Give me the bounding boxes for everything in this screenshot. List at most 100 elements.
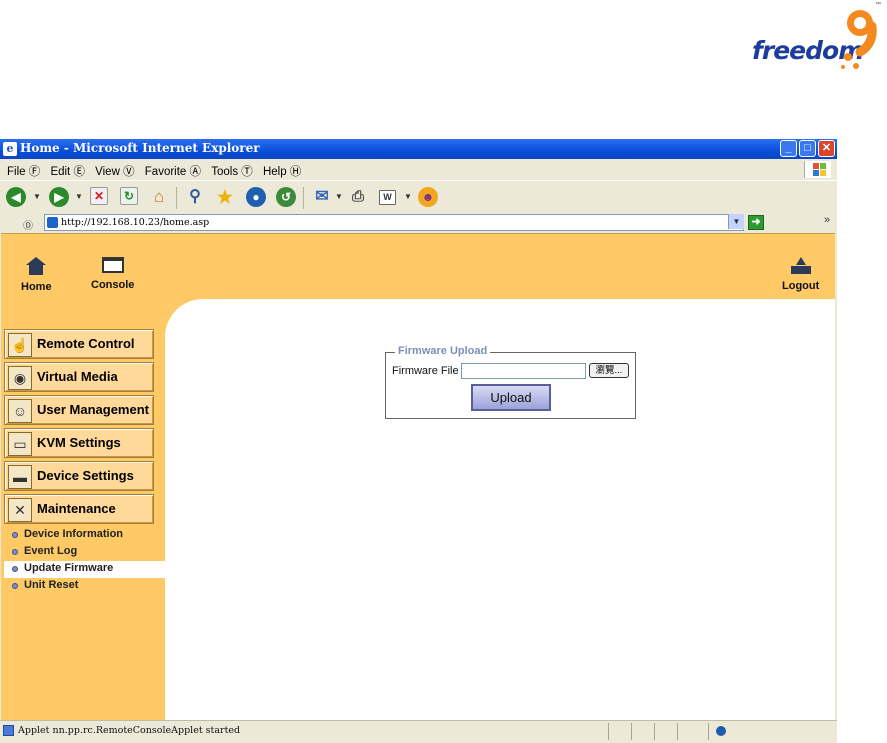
back-dropdown-icon[interactable]: ▼	[33, 192, 41, 201]
firmware-file-input[interactable]	[461, 363, 586, 379]
submenu-label: Update Firmware	[24, 562, 114, 574]
upload-button[interactable]: Upload	[471, 384, 551, 411]
address-input[interactable]: http://192.168.10.23/home.asp	[44, 214, 744, 231]
bullet-icon	[12, 583, 18, 589]
sidebar-item-label: Virtual Media	[37, 369, 118, 384]
favorites-icon[interactable]: ★	[215, 187, 235, 207]
firmware-upload-panel: Firmware Upload Firmware File 瀏覽... Uplo…	[385, 345, 636, 419]
browse-button[interactable]: 瀏覽...	[589, 363, 629, 378]
sidebar-item-user-management[interactable]: ☺ User Management	[4, 395, 154, 425]
title-bar: e Home - Microsoft Internet Explorer _ □…	[0, 139, 837, 159]
disc-icon: ◉	[8, 366, 32, 390]
mail-icon[interactable]: ✉	[312, 187, 332, 207]
refresh-icon[interactable]: ↻	[120, 187, 138, 205]
freedom9-logo: freedom ™	[752, 2, 882, 74]
menu-tools[interactable]: Tools Ⓣ	[211, 163, 253, 179]
messenger-icon[interactable]: ☻	[418, 187, 438, 207]
sidebar-item-remote-control[interactable]: ☝ Remote Control	[4, 329, 154, 359]
nav-console[interactable]: Console	[91, 257, 134, 291]
sidebar-item-virtual-media[interactable]: ◉ Virtual Media	[4, 362, 154, 392]
menu-file[interactable]: File Ⓕ	[7, 163, 40, 179]
submenu-device-information[interactable]: Device Information	[4, 527, 156, 544]
search-icon[interactable]: ⚲	[185, 187, 205, 207]
sidebar-item-device-settings[interactable]: ▬ Device Settings	[4, 461, 154, 491]
window-title: Home - Microsoft Internet Explorer	[20, 141, 260, 155]
nav-home-label: Home	[21, 281, 52, 293]
maintenance-submenu: Device Information Event Log Update Firm…	[4, 527, 165, 595]
sidebar: ☝ Remote Control ◉ Virtual Media ☺ User …	[4, 329, 165, 595]
status-separator	[654, 723, 655, 740]
forward-dropdown-icon[interactable]: ▼	[75, 192, 83, 201]
logo-nine-mark	[841, 10, 877, 69]
sidebar-item-label: Remote Control	[37, 336, 135, 351]
menu-help[interactable]: Help Ⓗ	[263, 163, 301, 179]
status-text: Applet nn.pp.rc.RemoteConsoleApplet star…	[18, 725, 241, 736]
tools-icon: ✕	[8, 498, 32, 522]
minimize-button[interactable]: _	[780, 140, 797, 157]
nav-home[interactable]: Home	[21, 257, 52, 293]
applet-status-icon	[3, 725, 14, 736]
top-navigation: Home Console Logout	[1, 234, 835, 304]
maximize-button[interactable]: □	[799, 140, 816, 157]
back-icon[interactable]: ◀	[6, 187, 26, 207]
sidebar-item-label: KVM Settings	[37, 435, 121, 450]
submenu-unit-reset[interactable]: Unit Reset	[4, 578, 156, 595]
firmware-file-label: Firmware File	[392, 365, 459, 377]
address-url: http://192.168.10.23/home.asp	[61, 217, 210, 228]
sidebar-item-label: User Management	[37, 402, 149, 417]
address-label: Ⓓ	[23, 221, 33, 232]
submenu-label: Unit Reset	[24, 579, 79, 591]
edit-dropdown-icon[interactable]: ▼	[404, 192, 412, 201]
mail-dropdown-icon[interactable]: ▼	[335, 192, 343, 201]
ie-icon: e	[3, 142, 17, 156]
status-separator	[677, 723, 678, 740]
go-button[interactable]: ➜	[748, 215, 764, 230]
sidebar-item-label: Maintenance	[37, 501, 116, 516]
media-icon[interactable]: ●	[246, 187, 266, 207]
console-icon	[101, 257, 124, 273]
bullet-icon	[12, 566, 18, 572]
page-icon	[47, 217, 58, 228]
toolbar: ◀ ▼ ▶ ▼ ✕ ↻ ⌂ ⚲ ★ ● ↺ ✉ ▼ ⎙ W ▼ ☻	[0, 180, 837, 214]
menu-view[interactable]: View Ⓥ	[95, 163, 134, 179]
forward-icon[interactable]: ▶	[49, 187, 69, 207]
windows-flag-icon	[804, 161, 831, 178]
hand-icon: ☝	[8, 333, 32, 357]
edit-icon[interactable]: W	[379, 190, 396, 205]
computer-icon: ▭	[8, 432, 32, 456]
bullet-icon	[12, 532, 18, 538]
firmware-upload-legend: Firmware Upload	[395, 345, 491, 357]
sidebar-item-kvm-settings[interactable]: ▭ KVM Settings	[4, 428, 154, 458]
nav-logout-label: Logout	[782, 280, 820, 292]
submenu-event-log[interactable]: Event Log	[4, 544, 156, 561]
address-bar: Ⓓ http://192.168.10.23/home.asp ▼ ➜ »	[0, 214, 837, 232]
status-separator	[708, 723, 709, 740]
toolbar-chevron-icon[interactable]: »	[824, 214, 830, 226]
submenu-update-firmware[interactable]: Update Firmware	[4, 561, 165, 578]
status-bar: Applet nn.pp.rc.RemoteConsoleApplet star…	[0, 720, 837, 743]
internet-zone-icon	[716, 726, 726, 736]
users-icon: ☺	[8, 399, 32, 423]
address-dropdown-icon[interactable]: ▼	[728, 214, 744, 229]
print-icon[interactable]: ⎙	[348, 187, 368, 207]
nav-logout[interactable]: Logout	[782, 257, 819, 292]
status-separator	[631, 723, 632, 740]
home-page-icon[interactable]: ⌂	[149, 187, 169, 207]
submenu-label: Device Information	[24, 528, 124, 540]
history-icon[interactable]: ↺	[276, 187, 296, 207]
stop-icon[interactable]: ✕	[90, 187, 108, 205]
device-icon: ▬	[8, 465, 32, 489]
toolbar-separator	[303, 187, 304, 209]
browser-window: e Home - Microsoft Internet Explorer _ □…	[0, 139, 837, 743]
logout-icon	[790, 257, 811, 274]
menu-favorite[interactable]: Favorite Ⓐ	[145, 163, 201, 179]
sidebar-item-maintenance[interactable]: ✕ Maintenance	[4, 494, 154, 524]
status-separator	[608, 723, 609, 740]
toolbar-separator	[176, 187, 177, 209]
menu-edit[interactable]: Edit Ⓔ	[50, 163, 85, 179]
bullet-icon	[12, 549, 18, 555]
nav-console-label: Console	[91, 279, 135, 291]
sidebar-item-label: Device Settings	[37, 468, 134, 483]
submenu-label: Event Log	[24, 545, 78, 557]
close-button[interactable]: ✕	[818, 140, 835, 157]
